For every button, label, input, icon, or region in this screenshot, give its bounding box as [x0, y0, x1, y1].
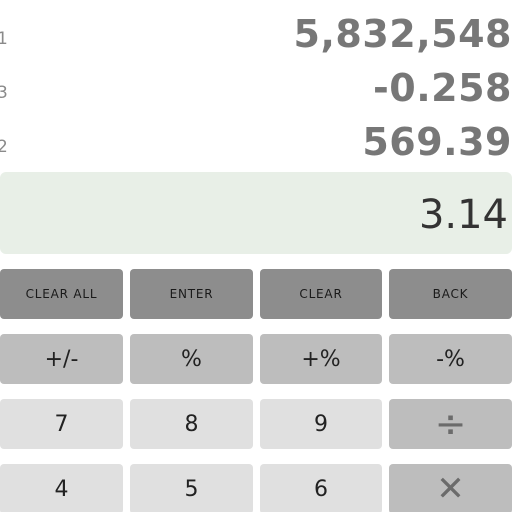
digit-5-button[interactable]: 5 — [130, 464, 253, 512]
divide-button[interactable]: ÷ — [389, 399, 512, 449]
enter-button[interactable]: ENTER — [130, 269, 253, 319]
plus-minus-button[interactable]: +/- — [0, 334, 123, 384]
clear-button[interactable]: CLEAR — [260, 269, 382, 319]
stack-value: 5,832,548 — [293, 12, 512, 56]
digit-8-button[interactable]: 8 — [130, 399, 253, 449]
digit-7-button[interactable]: 7 — [0, 399, 123, 449]
percent-button[interactable]: % — [130, 334, 253, 384]
stack-index: 1 — [0, 29, 8, 49]
digit-6-button[interactable]: 6 — [260, 464, 382, 512]
back-button[interactable]: BACK — [389, 269, 512, 319]
plus-percent-button[interactable]: +% — [260, 334, 382, 384]
stack-row-2: 3 -0.258 — [0, 64, 512, 120]
multiply-button[interactable]: ✕ — [389, 464, 512, 512]
stack-value: -0.258 — [373, 66, 512, 110]
entry-display: 3.14 — [0, 172, 512, 254]
minus-percent-button[interactable]: -% — [389, 334, 512, 384]
stack-row-1: 1 5,832,548 — [0, 10, 512, 66]
clear-all-button[interactable]: CLEAR ALL — [0, 269, 123, 319]
stack-value: 569.39 — [362, 120, 512, 164]
stack-index: 3 — [0, 83, 8, 103]
multiply-icon: ✕ — [436, 469, 465, 509]
digit-4-button[interactable]: 4 — [0, 464, 123, 512]
digit-9-button[interactable]: 9 — [260, 399, 382, 449]
stack-row-3: 2 569.39 — [0, 118, 512, 174]
divide-icon: ÷ — [434, 402, 467, 446]
entry-value: 3.14 — [418, 192, 508, 238]
stack-index: 2 — [0, 137, 8, 157]
